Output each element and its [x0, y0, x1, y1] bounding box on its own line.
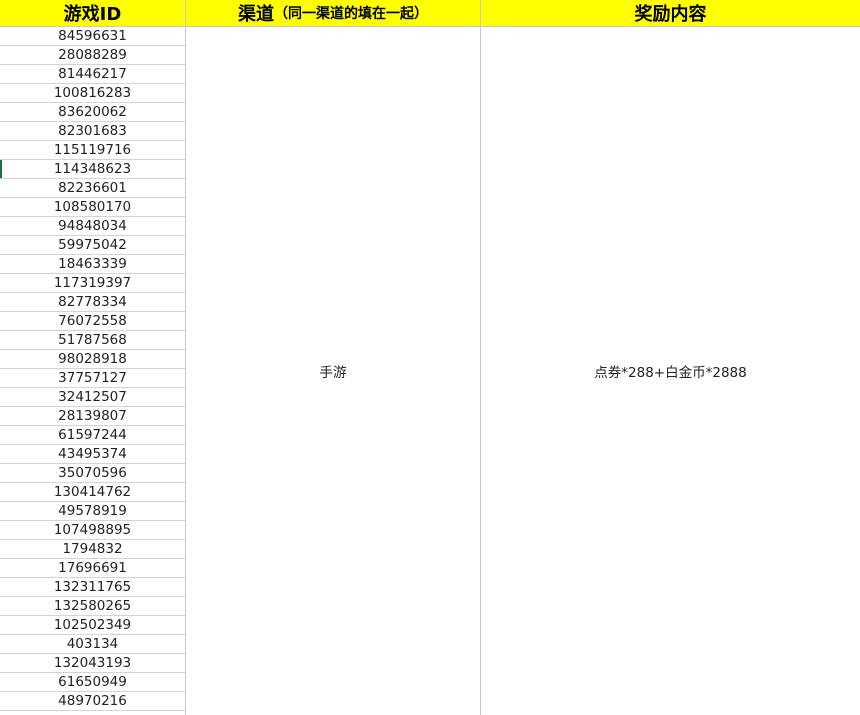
header-channel-note: （同一渠道的填在一起） [274, 6, 428, 22]
game-id-cell[interactable]: 82236601 [0, 179, 185, 198]
game-id-cell[interactable]: 61597244 [0, 426, 185, 445]
header-channel-label: 渠道 [238, 4, 274, 25]
game-id-column: 84596631 28088289 81446217 100816283 8362006… [0, 27, 186, 715]
game-id-cell[interactable]: 102502349 [0, 616, 185, 635]
game-id-cell[interactable]: 82301683 [0, 122, 185, 141]
game-id-cell[interactable]: 132311765 [0, 578, 185, 597]
game-id-cell[interactable]: 17696691 [0, 559, 185, 578]
header-channel[interactable]: 渠道 （同一渠道的填在一起） [186, 0, 481, 27]
game-id-cell[interactable]: 43495374 [0, 445, 185, 464]
game-id-cell[interactable]: 32412507 [0, 388, 185, 407]
spreadsheet: 游戏ID 渠道 （同一渠道的填在一起） 奖励内容 84596631 28088289… [0, 0, 860, 715]
game-id-cell[interactable]: 51787568 [0, 331, 185, 350]
game-id-cell[interactable]: 130414762 [0, 483, 185, 502]
reward-value: 点券*288+白金币*2888 [594, 365, 747, 381]
header-reward[interactable]: 奖励内容 [481, 0, 860, 27]
game-id-cell[interactable]: 117319397 [0, 274, 185, 293]
game-id-cell[interactable]: 108580170 [0, 198, 185, 217]
game-id-cell[interactable]: 18463339 [0, 255, 185, 274]
game-id-cell[interactable]: 94848034 [0, 217, 185, 236]
reward-merged-cell[interactable]: 点券*288+白金币*2888 [481, 27, 860, 715]
game-id-cell[interactable]: 83620062 [0, 103, 185, 122]
header-reward-label: 奖励内容 [634, 4, 707, 25]
channel-value: 手游 [319, 365, 347, 381]
game-id-cell[interactable]: 132043193 [0, 654, 185, 673]
game-id-cell[interactable]: 28088289 [0, 46, 185, 65]
game-id-cell[interactable]: 37757127 [0, 369, 185, 388]
game-id-cell[interactable]: 61650949 [0, 673, 185, 692]
game-id-cell[interactable]: 48970216 [0, 692, 185, 711]
game-id-cell[interactable]: 84596631 [0, 27, 185, 46]
game-id-cell[interactable]: 59975042 [0, 236, 185, 255]
game-id-cell[interactable]: 81446217 [0, 65, 185, 84]
game-id-cell[interactable]: 114348623 [0, 160, 185, 179]
game-id-cell[interactable]: 28139807 [0, 407, 185, 426]
game-id-cell[interactable]: 403134 [0, 635, 185, 654]
game-id-cell[interactable]: 49578919 [0, 502, 185, 521]
game-id-cell[interactable]: 115119716 [0, 141, 185, 160]
game-id-cell[interactable]: 100816283 [0, 84, 185, 103]
channel-merged-cell[interactable]: 手游 [186, 27, 481, 715]
game-id-cell[interactable]: 35070596 [0, 464, 185, 483]
game-id-cell[interactable]: 132580265 [0, 597, 185, 616]
game-id-cell[interactable]: 98028918 [0, 350, 185, 369]
game-id-cell[interactable]: 1794832 [0, 540, 185, 559]
game-id-cell[interactable]: 76072558 [0, 312, 185, 331]
game-id-cell[interactable]: 107498895 [0, 521, 185, 540]
header-game-id-label: 游戏ID [63, 4, 122, 25]
header-game-id[interactable]: 游戏ID [0, 0, 186, 27]
game-id-cell[interactable]: 82778334 [0, 293, 185, 312]
